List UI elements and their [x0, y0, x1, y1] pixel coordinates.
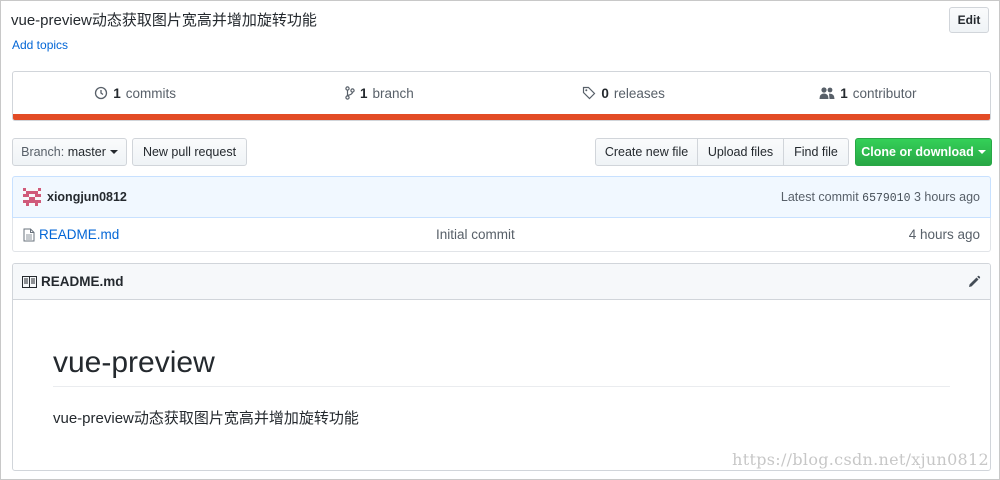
language-bar[interactable] — [13, 114, 990, 120]
contributors-link[interactable]: 1 contributor — [746, 86, 990, 101]
file-icon — [23, 228, 35, 242]
branch-icon — [345, 86, 355, 100]
create-new-file-button[interactable]: Create new file — [595, 138, 698, 166]
branch-select-button[interactable]: Branch: master — [12, 138, 127, 166]
file-age: 4 hours ago — [908, 227, 980, 242]
book-icon — [22, 275, 37, 288]
tag-icon — [582, 86, 596, 100]
releases-count: 0 — [601, 85, 609, 101]
branch-count: 1 — [359, 85, 368, 101]
avatar[interactable] — [23, 188, 41, 206]
branches-link[interactable]: 1 branch — [257, 86, 501, 101]
commit-age: 3 hours ago — [913, 189, 980, 204]
commit-author[interactable]: xiongjun0812 — [47, 190, 127, 204]
edit-button[interactable]: Edit — [949, 7, 989, 33]
latest-commit-info: Latest commit 6579010 3 hours ago — [781, 190, 980, 205]
releases-label: releases — [613, 85, 665, 101]
contributor-label: contributor — [852, 85, 917, 101]
commits-count: 1 — [113, 85, 121, 101]
file-commit-message[interactable]: Initial commit — [436, 227, 515, 242]
readme-panel: README.md vue-preview vue-preview动态获取图片宽… — [12, 263, 991, 471]
clone-label: Clone or download — [861, 145, 974, 159]
readme-header: README.md — [13, 264, 990, 300]
file-navigation: Branch: master New pull request Create n… — [12, 138, 992, 166]
file-row: README.md Initial commit 4 hours ago — [12, 218, 991, 252]
file-name-link[interactable]: README.md — [39, 227, 119, 242]
branch-name: master — [67, 145, 106, 159]
commit-sha[interactable]: 6579010 — [862, 192, 910, 205]
upload-files-button[interactable]: Upload files — [697, 138, 784, 166]
caret-down-icon — [109, 150, 118, 154]
readme-body: vue-preview vue-preview动态获取图片宽高并增加旋转功能 — [13, 346, 990, 428]
watermark: https://blog.csdn.net/xjun0812 — [732, 450, 989, 469]
find-file-button[interactable]: Find file — [783, 138, 849, 166]
branch-label: branch — [372, 85, 414, 101]
readme-filename: README.md — [41, 274, 124, 289]
latest-commit-label: Latest commit — [780, 189, 859, 204]
branch-prefix: Branch: — [21, 145, 65, 159]
commits-link[interactable]: 1 commits — [13, 86, 257, 101]
readme-paragraph: vue-preview动态获取图片宽高并增加旋转功能 — [53, 410, 359, 427]
releases-link[interactable]: 0 releases — [502, 86, 746, 101]
people-icon — [819, 86, 835, 100]
readme-heading: vue-preview — [53, 346, 950, 387]
clone-or-download-button[interactable]: Clone or download — [855, 138, 992, 166]
caret-down-icon — [977, 150, 986, 154]
repo-summary: 1 commits 1 branch 0 releases 1 contribu… — [12, 71, 991, 121]
history-icon — [94, 86, 108, 100]
commit-tease: xiongjun0812 Latest commit 6579010 3 hou… — [12, 176, 991, 218]
new-pull-request-button[interactable]: New pull request — [132, 138, 247, 166]
contributor-count: 1 — [840, 85, 848, 101]
pencil-icon[interactable] — [967, 275, 981, 289]
repo-description: vue-preview动态获取图片宽高并增加旋转功能 — [11, 12, 317, 29]
commits-label: commits — [125, 85, 176, 101]
add-topics-link[interactable]: Add topics — [12, 38, 68, 52]
